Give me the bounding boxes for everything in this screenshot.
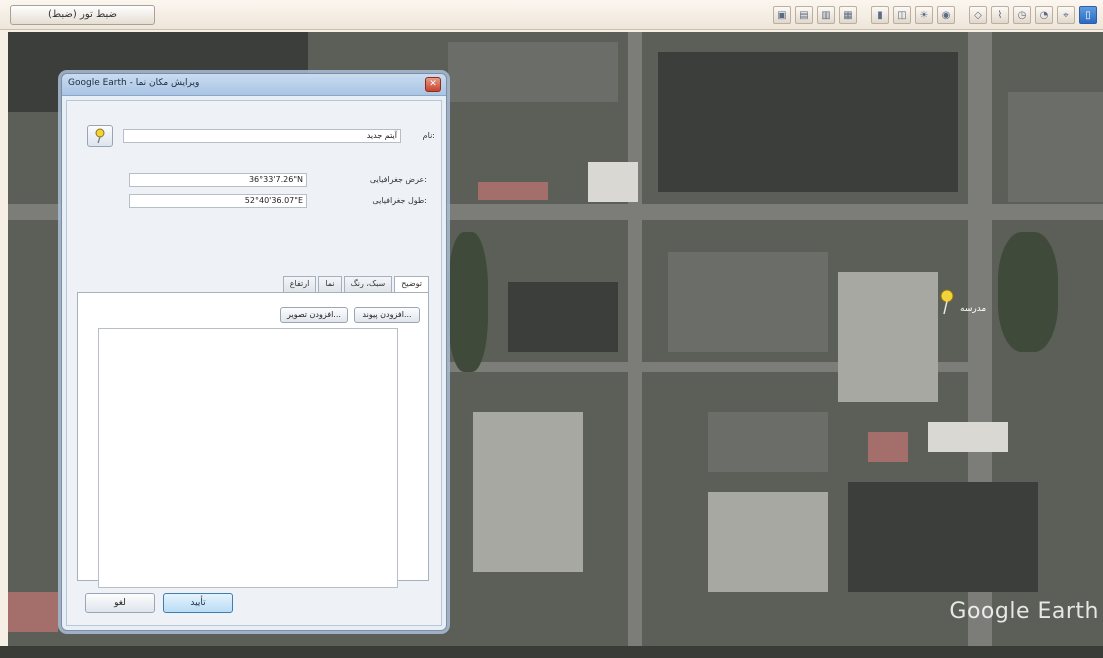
placemark-icon[interactable]: ▣ — [773, 6, 791, 24]
toolbar-icons: ▣ ▤ ▥ ▦ ▮ ◫ ☀ ◉ ◇ ⌇ ◷ ◔ ⌖ ▯ — [773, 4, 1097, 26]
main-toolbar: ضبط تور (ضبط) ▣ ▤ ▥ ▦ ▮ ◫ ☀ ◉ ◇ ⌇ ◷ ◔ ⌖ … — [0, 0, 1103, 30]
cancel-button[interactable]: لغو — [85, 593, 155, 613]
print-icon[interactable]: ▤ — [795, 6, 813, 24]
close-button[interactable]: ✕ — [425, 77, 441, 92]
tab-description[interactable]: توضیح — [394, 276, 429, 293]
add-image-button[interactable]: افزودن تصویر... — [280, 307, 348, 323]
planets-icon[interactable]: ◉ — [937, 6, 955, 24]
sunlight-icon[interactable]: ☀ — [915, 6, 933, 24]
pushpin-icon[interactable] — [938, 289, 956, 315]
placemark-label: مدرسه — [960, 304, 987, 314]
longitude-label: طول جغرافیایی: — [372, 196, 427, 205]
trees — [998, 232, 1058, 352]
google-maps-icon[interactable]: ⌖ — [1057, 6, 1075, 24]
add-link-button[interactable]: افزودن پیوند... — [354, 307, 420, 323]
tour-button[interactable]: ضبط تور (ضبط) — [10, 5, 155, 25]
ok-button[interactable]: تأیید — [163, 593, 233, 613]
latitude-label: عرض جغرافیایی: — [369, 175, 427, 184]
toolbar-separator — [861, 6, 867, 24]
status-bar — [0, 646, 1103, 658]
name-field[interactable]: آیتم جدید — [123, 129, 401, 143]
building — [448, 42, 618, 102]
building — [473, 412, 583, 572]
save-image-icon[interactable]: ▦ — [839, 6, 857, 24]
road — [628, 32, 642, 646]
building — [1008, 92, 1103, 202]
tab-style-color[interactable]: سبک، رنگ — [343, 276, 393, 292]
google-earth-window: ضبط تور (ضبط) ▣ ▤ ▥ ▦ ▮ ◫ ☀ ◉ ◇ ⌇ ◷ ◔ ⌖ … — [0, 0, 1103, 658]
building — [588, 162, 638, 202]
google-earth-watermark: Google Earth — [949, 599, 1099, 624]
toolbar-separator — [959, 6, 965, 24]
edit-placemark-dialog: Google Earth - ویرایش مکان نما ✕ آیتم جد… — [61, 73, 447, 631]
dialog-title: Google Earth - ویرایش مکان نما — [68, 78, 200, 88]
dialog-titlebar[interactable]: Google Earth - ویرایش مکان نما ✕ — [62, 74, 446, 96]
description-panel: افزودن پیوند... افزودن تصویر... — [77, 292, 429, 588]
courtyard — [838, 272, 938, 402]
polygon-icon[interactable]: ◇ — [969, 6, 987, 24]
tab-altitude[interactable]: ارتفاع — [282, 276, 317, 292]
latitude-field[interactable]: 36°33'7.26"N — [129, 173, 307, 187]
longitude-field[interactable]: 52°40'36.07"E — [129, 194, 307, 208]
ruler-icon[interactable]: ▮ — [871, 6, 889, 24]
dialog-body: آیتم جدید نام: 36°33'7.26"N عرض جغرافیای… — [66, 100, 442, 626]
building — [708, 492, 828, 592]
building — [478, 182, 548, 200]
placemark-icon-button[interactable] — [87, 125, 113, 147]
tab-view[interactable]: نما — [318, 276, 342, 292]
record-tour-icon[interactable]: ◷ — [1013, 6, 1031, 24]
building — [508, 282, 618, 352]
trees — [448, 232, 488, 372]
overlay-icon[interactable]: ◫ — [893, 6, 911, 24]
sidebar-toggle-icon[interactable]: ▯ — [1079, 6, 1097, 24]
name-label: نام: — [422, 131, 435, 140]
description-textarea[interactable] — [98, 328, 398, 588]
building — [928, 422, 1008, 452]
pushpin-icon — [95, 128, 105, 144]
historical-imagery-icon[interactable]: ◔ — [1035, 6, 1053, 24]
dialog-tabs: توضیح سبک، رنگ نما ارتفاع — [282, 276, 429, 293]
email-icon[interactable]: ▥ — [817, 6, 835, 24]
path-icon[interactable]: ⌇ — [991, 6, 1009, 24]
building — [658, 52, 958, 192]
building — [8, 592, 58, 632]
building — [868, 432, 908, 462]
building — [708, 412, 828, 472]
building — [848, 482, 1038, 592]
building — [668, 252, 828, 352]
